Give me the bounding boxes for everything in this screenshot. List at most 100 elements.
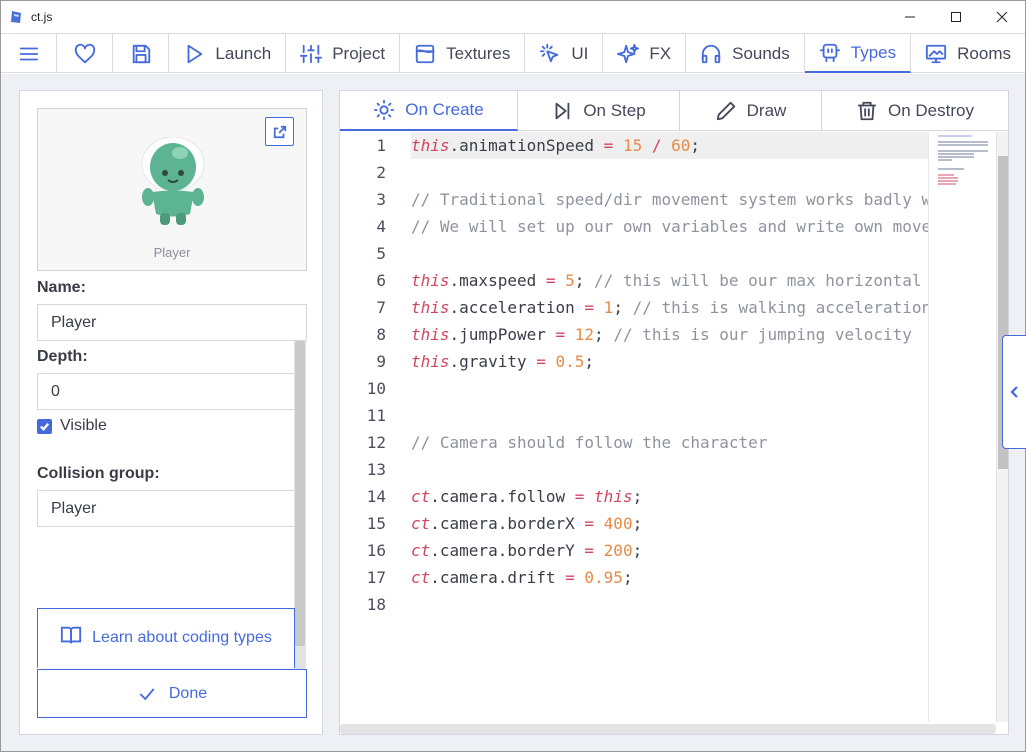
panel-scrollbar-thumb[interactable] — [295, 341, 305, 646]
minimap-line — [938, 153, 974, 155]
nav-rooms-label: Rooms — [957, 43, 1011, 63]
code-line: 15 ct.camera.borderX = 400; — [340, 510, 642, 537]
line-number: 10 — [366, 379, 386, 398]
line-number: 3 — [376, 190, 386, 209]
nav-rooms[interactable]: Rooms — [911, 34, 1025, 73]
cursor-icon — [540, 43, 559, 62]
minimap-line — [938, 156, 974, 158]
line-number: 2 — [376, 163, 386, 182]
nav-project[interactable]: Project — [286, 34, 401, 73]
window-controls — [887, 1, 1025, 33]
learn-coding-types-label: Learn about coding types — [92, 629, 272, 646]
depth-input[interactable]: 0 — [37, 373, 295, 410]
checkmark-icon — [40, 422, 50, 431]
maximize-icon — [951, 12, 961, 22]
depth-label: Depth: — [37, 348, 88, 365]
tab-on-create-label: On Create — [405, 100, 484, 119]
nav-types[interactable]: Types — [804, 34, 912, 73]
close-window-button[interactable] — [979, 1, 1025, 33]
line-number: 13 — [366, 460, 386, 479]
type-preview[interactable]: Player — [37, 108, 307, 271]
visible-checkbox-row[interactable]: Visible — [37, 417, 107, 435]
step-forward-icon — [555, 102, 570, 120]
nav-textures[interactable]: Textures — [400, 34, 526, 73]
nav-fx[interactable]: FX — [603, 34, 687, 73]
line-number: 7 — [376, 298, 386, 317]
minimap-line — [938, 168, 964, 170]
trash-icon — [857, 101, 877, 121]
nav-sounds[interactable]: Sounds — [686, 34, 805, 73]
code-line: 17 ct.camera.drift = 0.95; — [340, 564, 633, 591]
nav-save[interactable] — [113, 34, 170, 73]
collision-group-input[interactable]: Player — [37, 490, 295, 527]
code-line: 3// Traditional speed/dir movement syste… — [340, 186, 960, 213]
headphones-icon — [701, 44, 721, 63]
code-line: 16 ct.camera.borderY = 200; — [340, 537, 642, 564]
minimize-icon — [905, 16, 915, 18]
nav-launch-label: Launch — [215, 43, 272, 63]
code-line: 13 — [340, 456, 386, 483]
code-line: 8 this.jumpPower = 12; // this is our jum… — [340, 321, 912, 348]
minimap-line — [938, 174, 954, 176]
nav-menu[interactable] — [1, 34, 58, 73]
nav-project-label: Project — [332, 43, 386, 63]
ctjs-logo-icon — [11, 11, 21, 23]
line-number: 11 — [366, 406, 386, 425]
code-editor-panel: On Create On Step Draw On Destroy 1 this.… — [339, 90, 1009, 735]
tab-draw-label: Draw — [746, 101, 787, 120]
code-editor[interactable]: 1 this.animationSpeed = 15 / 60; 2 3// Tr… — [340, 132, 1008, 724]
robot-icon — [819, 43, 840, 62]
line-number: 12 — [366, 433, 386, 452]
tab-on-step[interactable]: On Step — [518, 91, 680, 131]
line-number: 9 — [376, 352, 386, 371]
check-icon — [139, 687, 155, 700]
nav-types-label: Types — [850, 42, 897, 62]
visible-checkbox[interactable] — [37, 418, 52, 434]
menu-icon — [19, 47, 38, 60]
line-number: 18 — [366, 595, 386, 614]
type-properties-panel: Player Name: Player Depth: 0 Visible Col… — [19, 90, 323, 735]
tab-on-destroy[interactable]: On Destroy — [822, 91, 1008, 131]
learn-coding-types-button[interactable]: Learn about coding types — [37, 608, 295, 668]
nav-heart[interactable] — [57, 34, 114, 73]
minimap-line — [938, 135, 972, 137]
done-button[interactable]: Done — [37, 669, 307, 718]
side-panel-toggle[interactable] — [1002, 335, 1026, 449]
book-icon — [61, 626, 82, 644]
open-texture-button[interactable] — [265, 117, 294, 146]
app-window: ct.js Launch Project Textures UI FX Soun… — [0, 0, 1026, 752]
code-line: 12// Camera should follow the character — [340, 429, 768, 456]
panel-scrollbar[interactable] — [294, 341, 306, 671]
visible-label: Visible — [60, 417, 107, 434]
tab-draw[interactable]: Draw — [680, 91, 822, 131]
minimap-line — [938, 141, 988, 143]
line-number: 8 — [376, 325, 386, 344]
line-number: 1 — [376, 136, 386, 155]
line-number: 14 — [366, 487, 386, 506]
name-label: Name: — [37, 279, 86, 296]
name-input[interactable]: Player — [37, 304, 307, 341]
close-icon — [996, 11, 1008, 23]
line-number: 6 — [376, 271, 386, 290]
editor-horizontal-scrollbar[interactable] — [340, 724, 996, 734]
monitor-icon — [926, 44, 947, 63]
nav-launch[interactable]: Launch — [169, 34, 287, 73]
event-tabs: On Create On Step Draw On Destroy — [340, 91, 1008, 131]
code-minimap[interactable] — [928, 132, 996, 722]
title-bar: ct.js — [1, 1, 1025, 33]
maximize-button[interactable] — [933, 1, 979, 33]
texture-icon — [415, 44, 435, 63]
tab-on-create[interactable]: On Create — [340, 91, 518, 131]
code-line: 1 this.animationSpeed = 15 / 60; — [340, 132, 700, 159]
nav-ui[interactable]: UI — [525, 34, 604, 73]
minimize-button[interactable] — [887, 1, 933, 33]
code-line: 7 this.acceleration = 1; // this is walki… — [340, 294, 931, 321]
minimap-line — [938, 177, 958, 179]
code-line: 10 — [340, 375, 386, 402]
nav-fx-label: FX — [649, 43, 672, 63]
pencil-icon — [716, 101, 735, 121]
line-number: 17 — [366, 568, 386, 587]
main-navigation: Launch Project Textures UI FX Sounds Typ… — [1, 33, 1025, 73]
preview-caption: Player — [153, 245, 191, 260]
line-number: 5 — [376, 244, 386, 263]
